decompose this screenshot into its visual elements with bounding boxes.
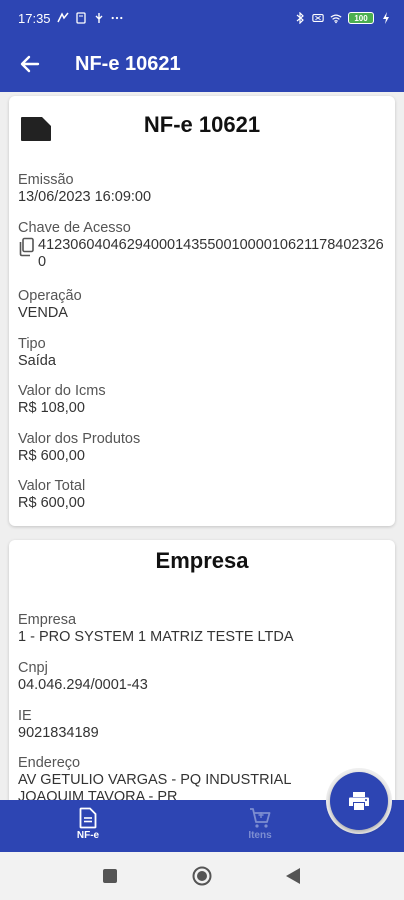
field-value: 13/06/2023 16:09:00 (18, 189, 152, 205)
field-operacao: Operação VENDA (18, 288, 385, 322)
field-label: Endereço (18, 755, 81, 771)
nfe-card: NF-e 10621 Emissão 13/06/2023 16:09:00 C… (9, 96, 395, 526)
arrow-left-icon (20, 55, 40, 73)
empresa-card: Empresa Empresa 1 - PRO SYSTEM 1 MATRIZ … (9, 540, 395, 800)
field-value: 1 - PRO SYSTEM 1 MATRIZ TESTE LTDA (18, 629, 294, 645)
field-emissao: Emissão 13/06/2023 16:09:00 (18, 172, 385, 206)
system-navigation-bar (0, 852, 404, 900)
content-scroll[interactable]: NF-e 10621 Emissão 13/06/2023 16:09:00 C… (0, 92, 404, 800)
nav-item-nfe[interactable]: NF-e (58, 804, 118, 841)
field-label: Operação (18, 288, 82, 304)
field-label: Empresa (18, 612, 77, 628)
field-label: Emissão (18, 172, 74, 188)
back-button[interactable] (0, 36, 60, 92)
usb-icon (93, 12, 105, 24)
field-cnpj: Cnpj 04.046.294/0001-43 (18, 660, 385, 694)
field-chave-acesso: Chave de Acesso 412306040462940001435500… (18, 220, 385, 271)
battery-icon: 100 (348, 12, 374, 24)
field-label: Valor dos Produtos (18, 431, 141, 447)
document-icon (79, 807, 97, 829)
field-valor-total: Valor Total R$ 600,00 (18, 478, 385, 512)
field-label: Cnpj (18, 660, 48, 676)
nav-label: NF-e (76, 830, 100, 841)
field-empresa: Empresa 1 - PRO SYSTEM 1 MATRIZ TESTE LT… (18, 612, 385, 646)
field-label: Valor do Icms (18, 383, 106, 399)
field-value: 9021834189 (18, 725, 99, 741)
print-icon (349, 792, 369, 810)
status-bar: 17:35 100 (0, 0, 404, 36)
app-bar: NF-e 10621 (0, 36, 404, 92)
recents-icon[interactable] (103, 869, 117, 883)
field-value: R$ 108,00 (18, 400, 85, 416)
field-value: R$ 600,00 (18, 495, 85, 511)
field-value: VENDA (18, 305, 68, 321)
field-label: IE (18, 708, 32, 724)
storage-icon (75, 12, 87, 24)
field-value: 04.046.294/0001-43 (18, 677, 148, 693)
back-nav-icon[interactable] (286, 868, 300, 884)
field-label: Tipo (18, 336, 46, 352)
sim-icon (312, 12, 324, 24)
nav-item-itens[interactable]: Itens (230, 804, 290, 841)
notification-icon (56, 12, 69, 24)
wifi-icon (330, 12, 342, 24)
copy-icon[interactable] (18, 237, 36, 257)
bluetooth-icon (294, 12, 306, 24)
home-icon[interactable] (192, 866, 212, 886)
chave-acesso-value: 4123060404629400014355001000010621178402… (38, 237, 384, 270)
print-button[interactable] (330, 772, 388, 830)
field-tipo: Tipo Saída (18, 336, 385, 370)
nfe-card-title: NF-e 10621 (143, 112, 261, 137)
page-title: NF-e 10621 (75, 52, 181, 75)
field-label: Valor Total (18, 478, 86, 494)
empresa-card-title: Empresa (155, 548, 249, 573)
field-value: Saída (18, 353, 56, 369)
field-valor-produtos: Valor dos Produtos R$ 600,00 (18, 431, 385, 465)
field-value: R$ 600,00 (18, 448, 85, 464)
nav-label: Itens (248, 830, 272, 841)
field-valor-icms: Valor do Icms R$ 108,00 (18, 383, 385, 417)
charging-icon (380, 12, 392, 24)
field-ie: IE 9021834189 (18, 708, 385, 742)
status-time: 17:35 (18, 10, 51, 26)
more-notifications-icon (111, 12, 123, 24)
field-label: Chave de Acesso (18, 220, 131, 236)
cart-icon (250, 808, 271, 828)
